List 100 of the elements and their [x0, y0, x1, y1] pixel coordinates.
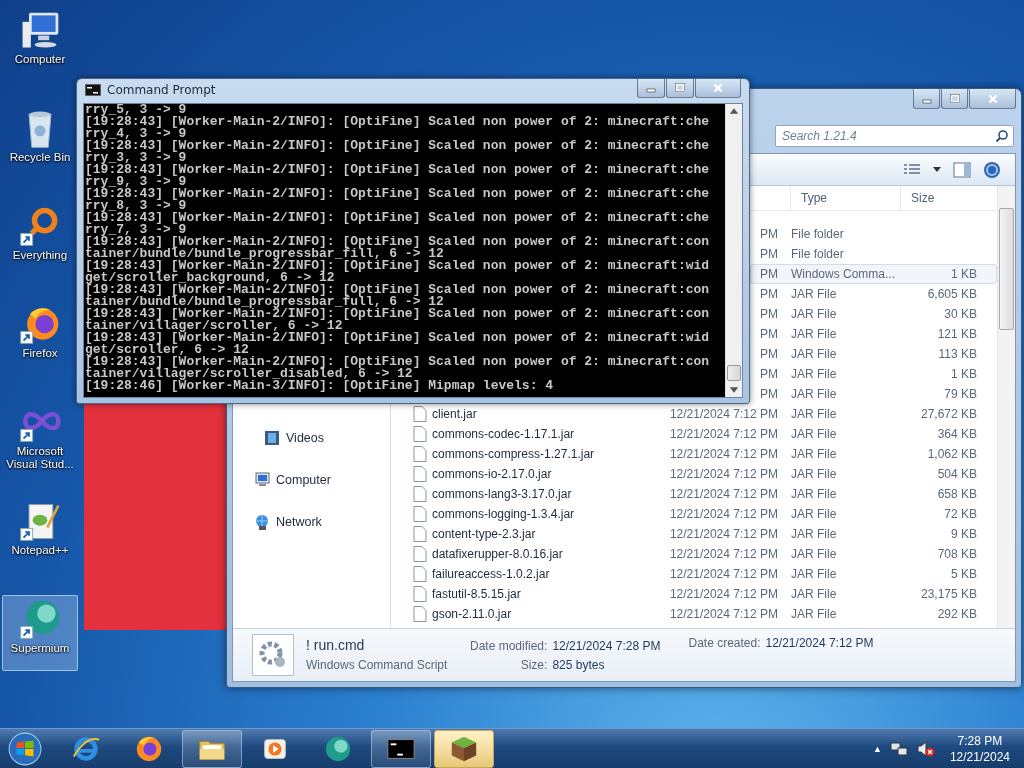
file-name: gson-2.11.0.jar — [432, 607, 512, 621]
file-type: JAR File — [791, 487, 838, 501]
file-row[interactable]: content-type-2.3.jar 12/21/2024 7:12 PM JAR File 9 KB — [391, 524, 997, 544]
maximize-icon — [675, 83, 685, 93]
file-row[interactable]: PM Windows Comma... 1 KB — [750, 264, 997, 284]
file-type: JAR File — [791, 367, 838, 381]
date-modified: PM — [759, 307, 778, 321]
file-row[interactable]: PM File folder — [750, 224, 997, 244]
file-row[interactable]: commons-compress-1.27.1.jar 12/21/2024 7:12 PM JAR File 1,062 KB — [391, 444, 997, 464]
desktop-shortcut[interactable]: Notepad++ — [2, 497, 78, 573]
close-icon — [987, 93, 998, 104]
file-row[interactable]: PM JAR File 6,605 KB — [750, 284, 997, 304]
file-row[interactable]: datafixerupper-8.0.16.jar 12/21/2024 7:12 PM JAR File 708 KB — [391, 544, 997, 564]
search-field[interactable]: Search 1.21.4 — [775, 125, 1014, 147]
file-name: commons-lang3-3.17.0.jar — [432, 487, 572, 501]
volume-muted-icon[interactable] — [915, 739, 936, 758]
file-row[interactable]: commons-lang3-3.17.0.jar 12/21/2024 7:12 PM JAR File 658 KB — [391, 484, 997, 504]
field-label: Date created: — [688, 636, 761, 650]
file-row[interactable]: PM JAR File 113 KB — [750, 344, 997, 364]
file-type: JAR File — [791, 547, 838, 561]
file-type: File folder — [791, 227, 845, 241]
file-row[interactable]: gson-2.11.0.jar 12/21/2024 7:12 PM JAR File 292 KB — [391, 604, 997, 624]
file-icon — [413, 566, 427, 582]
console-line: rry_9, 3 -> 9 — [85, 176, 187, 188]
file-name: client.jar — [432, 407, 477, 421]
console-line: tainer/villager/scroller, 6 -> 12 — [85, 320, 344, 332]
file-icon — [413, 606, 427, 622]
file-type: JAR File — [791, 347, 838, 361]
file-row[interactable]: failureaccess-1.0.2.jar 12/21/2024 7:12 PM JAR File 5 KB — [391, 564, 997, 584]
date-modified: PM — [759, 387, 778, 401]
file-row[interactable]: commons-codec-1.17.1.jar 12/21/2024 7:12 PM JAR File 364 KB — [391, 424, 997, 444]
file-name: commons-compress-1.27.1.jar — [432, 447, 595, 461]
file-row[interactable]: commons-io-2.17.0.jar 12/21/2024 7:12 PM JAR File 504 KB — [391, 464, 997, 484]
file-row[interactable]: PM JAR File 79 KB — [750, 384, 997, 404]
console-line: get/scroller, 6 -> 12 — [85, 344, 249, 356]
desktop-shortcut[interactable]: Recycle Bin — [2, 104, 78, 180]
file-row[interactable]: PM File folder — [750, 244, 997, 264]
close-button[interactable] — [969, 89, 1016, 109]
field-label: Date modified: — [470, 638, 548, 653]
maximize-button[interactable] — [666, 79, 694, 98]
date-modified: PM — [759, 247, 778, 261]
nav-item[interactable]: Network — [233, 511, 390, 533]
nav-item[interactable]: Computer — [233, 469, 390, 491]
console-line: get/scroller_background, 6 -> 12 — [85, 272, 336, 284]
view-options-icon[interactable] — [903, 162, 921, 177]
start-orb-icon[interactable] — [7, 730, 43, 767]
file-name: datafixerupper-8.0.16.jar — [432, 547, 563, 561]
date-modified: 12/21/2024 7:12 PM — [668, 607, 778, 621]
maximize-button[interactable] — [941, 89, 968, 109]
column-header[interactable]: Size — [900, 186, 976, 210]
file-size: 708 KB — [936, 547, 977, 561]
file-type: JAR File — [791, 507, 838, 521]
file-row[interactable]: PM JAR File 121 KB — [750, 324, 997, 344]
desktop-shortcut[interactable]: Computer — [2, 6, 78, 82]
scrollbar[interactable] — [725, 104, 742, 397]
file-size: 79 KB — [943, 387, 977, 401]
scrollbar[interactable] — [997, 186, 1015, 628]
date-modified: 12/21/2024 7:12 PM — [668, 567, 778, 581]
file-size: 72 KB — [943, 507, 977, 521]
taskbar-button[interactable] — [434, 729, 494, 768]
network-icon[interactable] — [889, 739, 908, 758]
console-line: [19:28:43] [Worker-Main-2/INFO]: [OptiFine] Scaled non power of 2: minecraft:che — [85, 212, 711, 224]
film-icon — [263, 429, 281, 447]
close-icon — [713, 83, 723, 93]
file-icon — [413, 426, 427, 442]
file-row[interactable]: PM JAR File 30 KB — [750, 304, 997, 324]
console-line: rry_4, 3 -> 9 — [85, 128, 187, 140]
close-button[interactable] — [695, 79, 741, 98]
nav-item[interactable]: Videos — [233, 427, 390, 449]
field-value: 12/21/2024 7:28 PM — [552, 638, 661, 653]
date-modified: 12/21/2024 7:12 PM — [668, 407, 778, 421]
desktop-shortcut[interactable]: Firefox — [2, 300, 78, 376]
clock[interactable]: 7:28 PM 12/21/2024 — [949, 732, 1010, 765]
file-row[interactable]: fastutil-8.5.15.jar 12/21/2024 7:12 PM JAR File 23,175 KB — [391, 584, 997, 604]
caret-icon[interactable] — [933, 166, 941, 173]
console-line: [19:28:43] [Worker-Main-2/INFO]: [OptiFine] Scaled non power of 2: minecraft:che — [85, 140, 711, 152]
file-icon — [413, 506, 427, 522]
file-size: 30 KB — [943, 307, 977, 321]
file-type: JAR File — [791, 527, 838, 541]
column-header[interactable]: Type — [790, 186, 900, 210]
scrollbar-thumb[interactable] — [727, 365, 741, 381]
desktop-shortcut[interactable]: Everything — [2, 202, 78, 278]
file-row[interactable]: PM JAR File 1 KB — [750, 364, 997, 384]
desktop-shortcut[interactable]: Supermium — [2, 595, 78, 671]
desktop-shortcut[interactable]: Microsoft Visual Stud... — [2, 398, 78, 475]
minimize-button[interactable] — [913, 89, 940, 109]
scrollbar-thumb[interactable] — [999, 208, 1014, 330]
console-icon — [85, 84, 101, 96]
date-modified: 12/21/2024 7:12 PM — [668, 527, 778, 541]
file-row[interactable]: commons-logging-1.3.4.jar 12/21/2024 7:12 PM JAR File 72 KB — [391, 504, 997, 524]
file-type: JAR File — [791, 387, 838, 401]
file-icon — [413, 486, 427, 502]
show-hidden-icons-button[interactable]: ▲ — [873, 743, 882, 754]
file-type: File folder — [791, 247, 845, 261]
file-size: 23,175 KB — [919, 587, 977, 601]
date-modified: 12/21/2024 7:12 PM — [668, 427, 778, 441]
minimize-button[interactable] — [637, 79, 665, 98]
console-line: rry_8, 3 -> 9 — [85, 200, 187, 212]
file-row[interactable]: client.jar 12/21/2024 7:12 PM JAR File 27,672 KB — [391, 404, 997, 424]
file-icon — [413, 406, 427, 422]
